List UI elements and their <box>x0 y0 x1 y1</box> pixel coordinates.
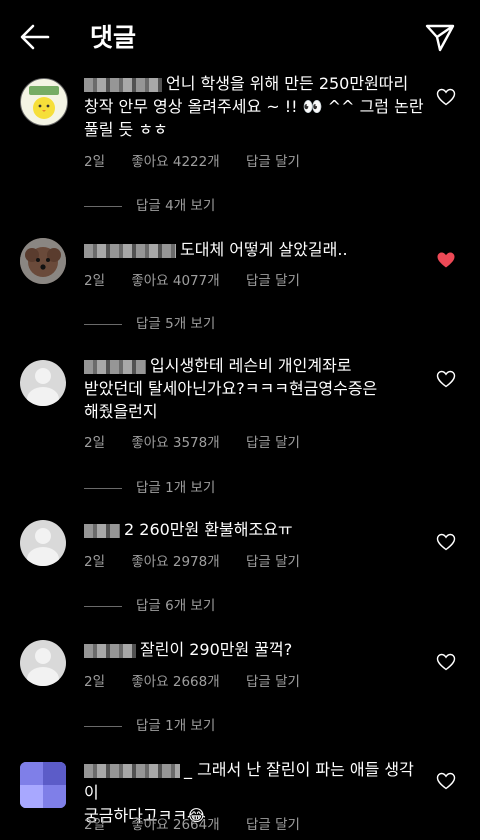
page-title: 댓글 <box>90 23 137 52</box>
divider-line <box>84 323 122 325</box>
username-blurred[interactable] <box>84 359 146 374</box>
comment-item: 언니 학생을 위해 만든 250만원따리 창작 안무 영상 올려주세요 ~ !!… <box>0 72 480 222</box>
comment-item: 2 260만원 환불해조요ㅠ 2일 좋아요 2978개 답글 달기 답글 6개 … <box>0 516 480 616</box>
default-avatar-head <box>35 528 51 544</box>
comment-text: 도대체 어떻게 살았길래.. <box>84 238 424 261</box>
comment-time: 2일 <box>84 435 106 451</box>
comment-item: 잘린이 290만원 꿀꺽? 2일 좋아요 2668개 답글 달기 답글 1개 보… <box>0 636 480 736</box>
view-replies-button[interactable]: 답글 5개 보기 <box>84 312 215 332</box>
avatar[interactable] <box>20 238 66 284</box>
divider-line <box>84 605 122 607</box>
default-avatar-body <box>27 387 59 406</box>
header-bar: 댓글 <box>0 0 480 72</box>
comment-time: 2일 <box>84 154 106 170</box>
avatar[interactable] <box>20 360 66 406</box>
comment-meta: 2일 좋아요 2978개 답글 달기 <box>84 550 322 570</box>
avatar[interactable] <box>20 762 66 808</box>
paper-plane-icon[interactable] <box>424 22 456 52</box>
avatar[interactable] <box>20 78 68 126</box>
heart-icon[interactable] <box>436 772 456 790</box>
heart-icon[interactable] <box>436 533 456 551</box>
comment-meta: 2일 좋아요 3578개 답글 달기 <box>84 431 322 451</box>
avatar[interactable] <box>20 520 66 566</box>
heart-icon-liked[interactable] <box>436 251 456 269</box>
reply-button[interactable]: 답글 달기 <box>246 674 300 690</box>
default-avatar-head <box>35 648 51 664</box>
comment-time: 2일 <box>84 674 106 690</box>
divider-line <box>84 487 122 489</box>
default-avatar-body <box>27 667 59 686</box>
reply-button[interactable]: 답글 달기 <box>246 554 300 570</box>
comment-text: 2 260만원 환불해조요ㅠ <box>84 518 424 541</box>
heart-icon[interactable] <box>436 370 456 388</box>
username-blurred[interactable] <box>84 643 136 658</box>
comment-time: 2일 <box>84 273 106 289</box>
username-blurred[interactable] <box>84 77 162 92</box>
avatar[interactable] <box>20 640 66 686</box>
divider-line <box>84 725 122 727</box>
reply-button[interactable]: 답글 달기 <box>246 435 300 451</box>
like-count[interactable]: 좋아요 2668개 <box>131 674 219 690</box>
like-count[interactable]: 좋아요 2978개 <box>131 554 219 570</box>
comment-time: 2일 <box>84 817 106 833</box>
username-blurred[interactable] <box>84 523 120 538</box>
reply-button[interactable]: 답글 달기 <box>246 817 300 833</box>
comment-meta: 2일 좋아요 4077개 답글 달기 <box>84 269 322 289</box>
like-count[interactable]: 좋아요 4222개 <box>131 154 219 170</box>
comment-item: _ 그래서 난 잘린이 파는 애들 생각이 궁금하다고ㅋㅋ😂 2일 좋아요 26… <box>0 758 480 840</box>
divider-line <box>84 205 122 207</box>
like-count[interactable]: 좋아요 4077개 <box>131 273 219 289</box>
arrow-left-icon[interactable] <box>18 22 50 52</box>
chick-avatar-image <box>29 86 59 119</box>
reply-button[interactable]: 답글 달기 <box>246 154 300 170</box>
like-count[interactable]: 좋아요 2664개 <box>131 817 219 833</box>
username-blurred[interactable] <box>84 243 176 258</box>
comment-meta: 2일 좋아요 2668개 답글 달기 <box>84 670 322 690</box>
view-replies-button[interactable]: 답글 1개 보기 <box>84 476 215 496</box>
heart-icon[interactable] <box>436 653 456 671</box>
default-avatar-body <box>27 547 59 566</box>
comment-text: 잘린이 290만원 꿀꺽? <box>84 638 424 661</box>
default-avatar-head <box>35 368 51 384</box>
heart-icon[interactable] <box>436 88 456 106</box>
view-replies-button[interactable]: 답글 6개 보기 <box>84 594 215 614</box>
comment-item: 도대체 어떻게 살았길래.. 2일 좋아요 4077개 답글 달기 답글 5개 … <box>0 234 480 334</box>
comment-text: 언니 학생을 위해 만든 250만원따리 창작 안무 영상 올려주세요 ~ !!… <box>84 74 424 139</box>
reply-button[interactable]: 답글 달기 <box>246 273 300 289</box>
comment-time: 2일 <box>84 554 106 570</box>
view-replies-button[interactable]: 답글 1개 보기 <box>84 714 215 734</box>
like-count[interactable]: 좋아요 3578개 <box>131 435 219 451</box>
comment-meta: 2일 좋아요 4222개 답글 달기 <box>84 150 322 170</box>
comment-meta: 2일 좋아요 2664개 답글 달기 <box>84 813 322 833</box>
comment-text: 입시생한테 레슨비 개인계좌로 받았던데 탈세아닌가요?ㅋㅋㅋ현금영수증은 해줬… <box>84 356 378 421</box>
comment-item: 입시생한테 레슨비 개인계좌로 받았던데 탈세아닌가요?ㅋㅋㅋ현금영수증은 해줬… <box>0 354 480 504</box>
dog-avatar-image <box>20 238 66 284</box>
username-blurred[interactable] <box>84 763 180 778</box>
view-replies-button[interactable]: 답글 4개 보기 <box>84 194 215 214</box>
blurred-avatar-image <box>20 762 66 808</box>
